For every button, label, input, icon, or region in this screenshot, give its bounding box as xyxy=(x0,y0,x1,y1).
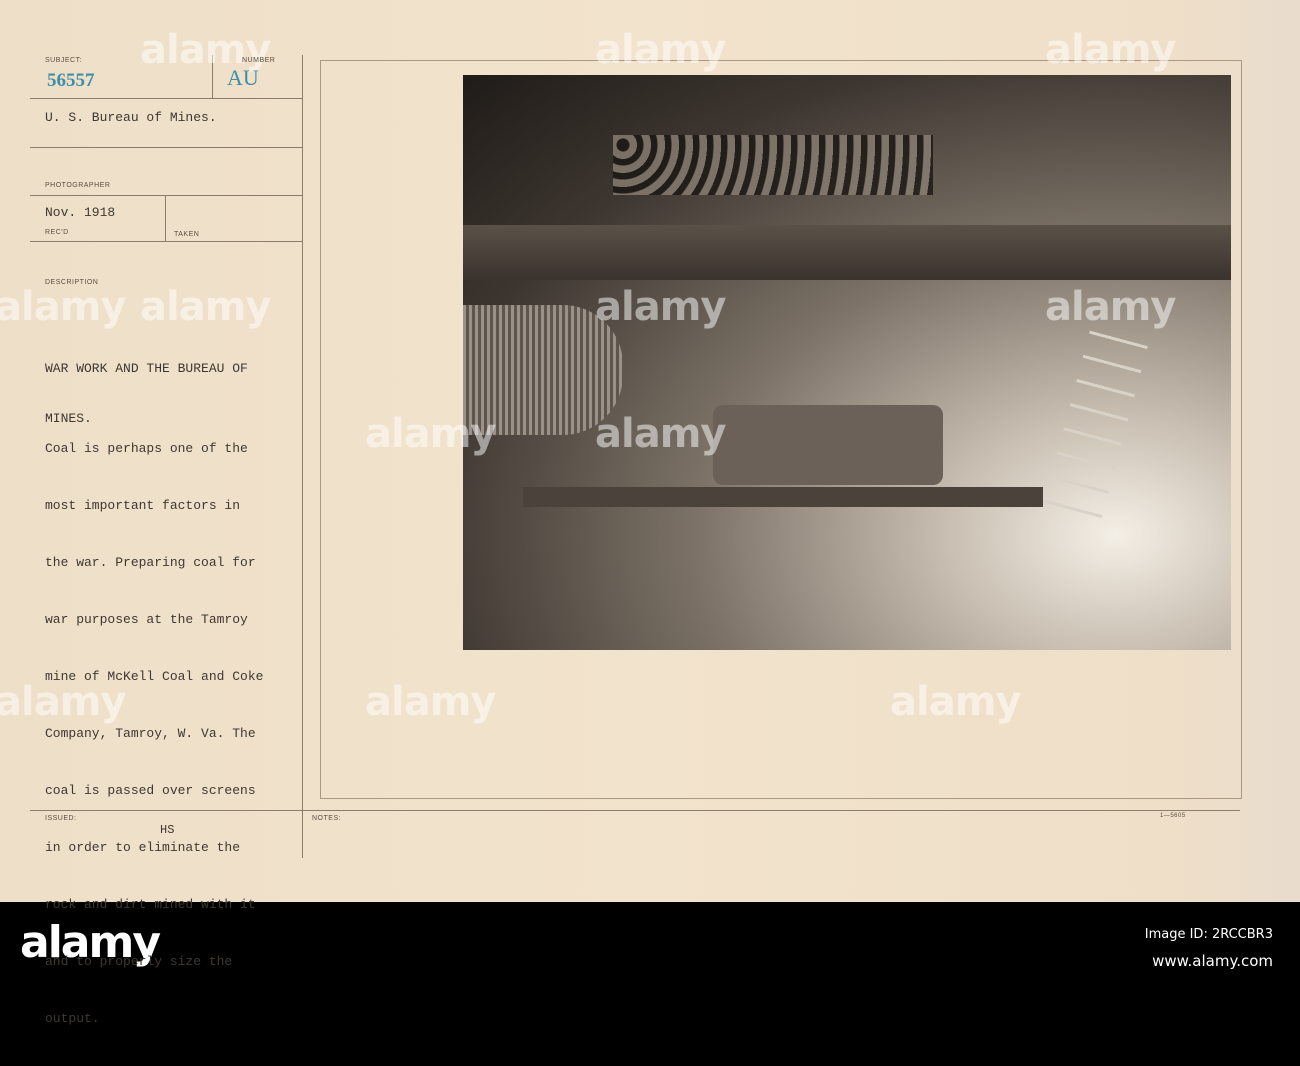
image-id: Image ID: 2RCCBR3 xyxy=(1144,927,1273,942)
description-line: the war. Preparing coal for xyxy=(45,555,256,570)
description-line: and to properly size the xyxy=(45,954,233,969)
description-line: coal is passed over screens xyxy=(45,783,256,798)
number-label: NUMBER xyxy=(242,57,276,64)
description-line: rock and dirt mined with it xyxy=(45,897,256,912)
subject-label: SUBJECT: xyxy=(45,57,83,64)
issued-label: ISSUED: xyxy=(45,815,77,822)
watermark: alamy xyxy=(140,284,271,330)
notes-label: NOTES: xyxy=(312,815,342,822)
description-line: war purposes at the Tamroy xyxy=(45,612,248,627)
watermark: alamy xyxy=(0,284,126,330)
subject-number: 56557 xyxy=(47,70,95,91)
description-line: Coal is perhaps one of the xyxy=(45,441,248,456)
issued-value: HS xyxy=(160,823,175,837)
site-url: www.alamy.com xyxy=(1152,952,1273,970)
description-line: mine of McKell Coal and Coke xyxy=(45,669,264,684)
archival-record-card: SUBJECT: 56557 NUMBER AU U. S. Bureau of… xyxy=(0,0,1300,1026)
photographer-label: PHOTOGRAPHER xyxy=(45,182,111,189)
description-line: output. xyxy=(45,1011,100,1026)
description-text: Coal is perhaps one of the most importan… xyxy=(45,401,263,1066)
form-number: 1—5605 xyxy=(1160,813,1186,819)
description-line: Company, Tamroy, W. Va. The xyxy=(45,726,256,741)
description-line: most important factors in xyxy=(45,498,241,513)
received-date: Nov. 1918 xyxy=(45,205,116,220)
title-line: WAR WORK AND THE BUREAU OF xyxy=(45,361,248,376)
description-label: DESCRIPTION xyxy=(45,279,99,286)
taken-label: TAKEN xyxy=(174,231,200,238)
description-line: in order to eliminate the xyxy=(45,840,241,855)
source-agency: U. S. Bureau of Mines. xyxy=(45,110,217,125)
number-value: AU xyxy=(227,65,259,90)
coal-screening-photograph xyxy=(463,75,1231,650)
recd-label: REC'D xyxy=(45,229,69,236)
